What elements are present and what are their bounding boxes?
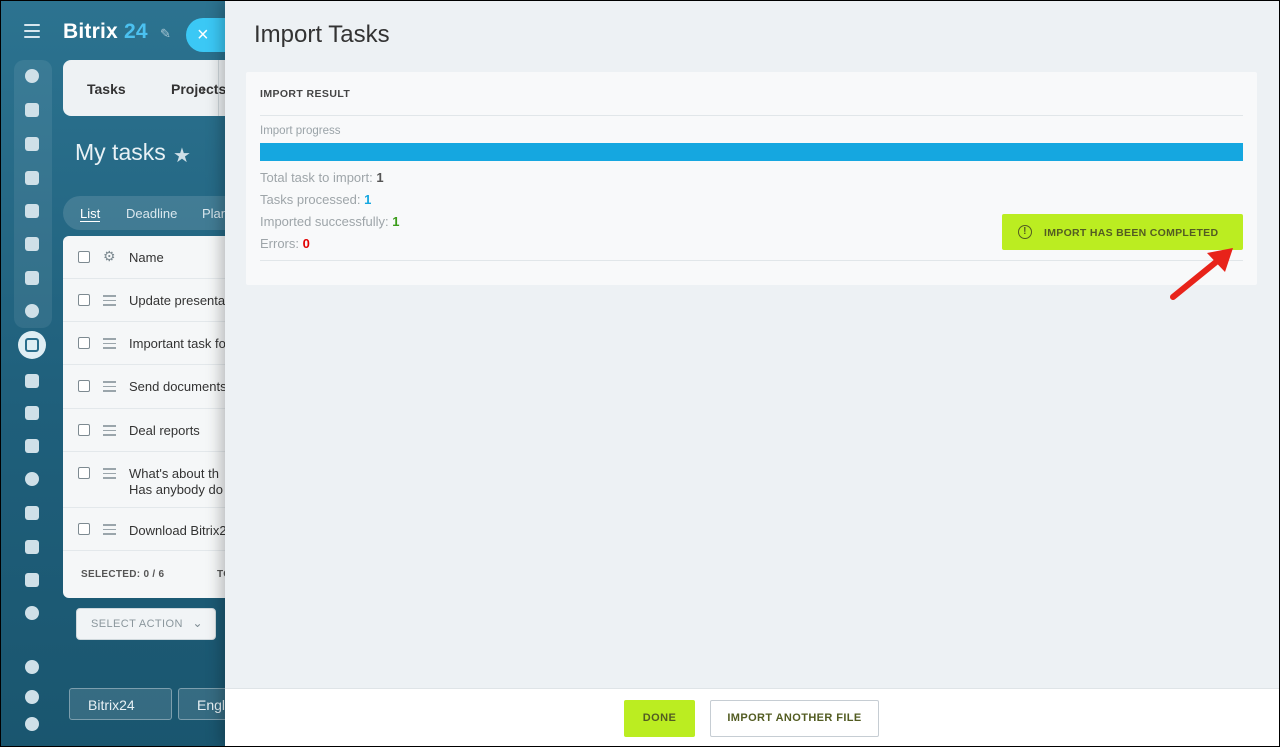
stat-errors-label: Errors: [260,236,299,251]
sites-icon[interactable] [24,405,40,421]
drag-handle-icon[interactable] [103,338,116,352]
more-chevron-icon[interactable] [24,605,40,621]
column-settings-gear-icon[interactable]: ⚙ [103,248,116,265]
employees-icon[interactable] [24,303,40,319]
task-title[interactable]: Send documents [129,379,227,395]
page-title: My tasks [75,139,166,165]
chat-icon[interactable] [24,136,40,152]
breadcrumb-tasks[interactable]: Tasks [87,81,126,97]
brand-number: 24 [123,20,148,43]
bitrix24-footer-button[interactable]: Bitrix24 [69,688,172,720]
robot-icon[interactable] [24,539,40,555]
chevron-down-icon: ⌄ [192,616,203,630]
divider [260,115,1243,116]
stat-errors: Errors: 0 [260,236,310,251]
settings-gear-icon[interactable] [24,716,40,732]
import-progress-bar [260,143,1243,161]
stat-imported-label: Imported successfully: [260,214,389,229]
section-heading: IMPORT RESULT [260,88,351,100]
import-result-card: IMPORT RESULT Import progress Total task… [246,72,1257,285]
shop-cart-icon[interactable] [24,438,40,454]
stat-total-label: Total task to import: [260,170,373,185]
stat-processed: Tasks processed: 1 [260,192,371,207]
stat-processed-label: Tasks processed: [260,192,361,207]
task-title[interactable]: Important task for [129,336,230,352]
select-action-dropdown[interactable]: SELECT ACTION ⌄ [76,608,216,640]
menu-icon[interactable] [24,24,40,38]
info-icon: ! [1018,225,1032,239]
breadcrumb-projects[interactable]: Projects [171,81,226,97]
inventory-box-icon[interactable] [24,572,40,588]
footer-brand-label: Bitrix24 [88,697,135,713]
selection-counter: SELECTED: 0 / 6 TO [81,569,231,580]
column-name-header[interactable]: Name [129,250,164,266]
tab-deadline[interactable]: Deadline [126,206,177,221]
tasks-active-icon[interactable] [18,331,46,359]
drag-handle-icon[interactable] [103,468,116,482]
help-icon[interactable] [24,659,40,675]
drag-handle-icon[interactable] [103,425,116,439]
slider-title: Import Tasks [254,21,390,48]
stat-imported-value: 1 [392,214,400,229]
stat-total: Total task to import: 1 [260,170,384,185]
stat-errors-value: 0 [302,236,310,251]
divider [260,260,1243,261]
nav-group-main [14,60,52,328]
drag-handle-icon[interactable] [103,295,116,309]
task-title-line2[interactable]: Has anybody do [129,482,223,498]
calendar-icon[interactable] [24,170,40,186]
import-another-file-button[interactable]: IMPORT ANOTHER FILE [710,700,879,737]
mail-icon[interactable] [24,270,40,286]
brand-logo: Bitrix 24 [63,20,148,44]
drive-icon[interactable] [24,236,40,252]
structure-icon[interactable] [24,689,40,705]
stat-processed-value: 1 [364,192,372,207]
row-checkbox[interactable] [78,523,90,535]
documents-icon[interactable] [24,203,40,219]
left-sidebar [0,0,64,747]
import-tasks-slider: Import Tasks IMPORT RESULT Import progre… [225,0,1280,747]
select-action-label: SELECT ACTION [91,618,183,630]
progress-fill [260,143,1243,161]
contact-card-icon[interactable] [24,505,40,521]
row-checkbox[interactable] [78,380,90,392]
progress-label: Import progress [260,125,341,137]
stat-imported: Imported successfully: 1 [260,214,399,229]
favorite-star-icon[interactable]: ★ [173,143,191,168]
done-button[interactable]: DONE [624,700,695,737]
red-arrow-annotation-icon [1170,248,1233,300]
row-checkbox[interactable] [78,424,90,436]
task-title[interactable]: What's about th [129,466,219,482]
stat-total-value: 1 [376,170,384,185]
slider-footer: DONE IMPORT ANOTHER FILE [225,688,1280,747]
row-checkbox[interactable] [78,294,90,306]
task-title[interactable]: Download Bitrix2 [129,523,227,539]
tab-list[interactable]: List [80,206,101,222]
marketing-target-icon[interactable] [24,471,40,487]
drag-handle-icon[interactable] [103,524,116,538]
brand-name: Bitrix [63,20,118,43]
task-title[interactable]: Deal reports [129,423,200,439]
tasks-list-icon[interactable] [24,102,40,118]
selected-count: SELECTED: 0 / 6 [81,569,165,580]
crm-funnel-icon[interactable] [24,373,40,389]
pencil-icon[interactable]: ✎ [160,26,172,41]
feed-icon[interactable] [24,68,40,84]
drag-handle-icon[interactable] [103,381,116,395]
select-all-checkbox[interactable] [78,251,90,263]
row-checkbox[interactable] [78,337,90,349]
row-checkbox[interactable] [78,467,90,479]
